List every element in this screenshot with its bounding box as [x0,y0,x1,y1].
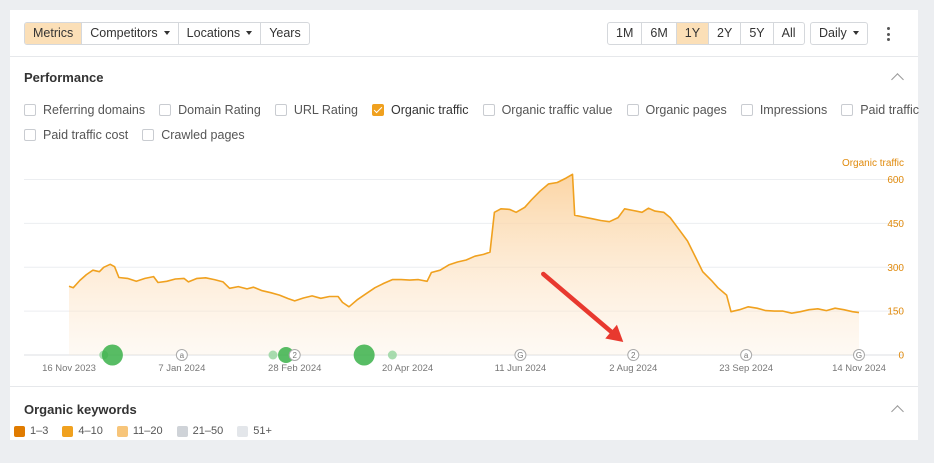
x-tick-label: 16 Nov 2023 [42,363,96,374]
annotation-badge-label: a [180,351,185,360]
annotation-badge-label: a [744,351,749,360]
y-tick-label: 600 [887,175,904,186]
legend-label: 4–10 [78,425,103,437]
annotation-badge-label: 2 [631,351,636,360]
y-tick-label: 0 [898,351,904,362]
x-tick-label: 2 Aug 2024 [609,363,657,374]
y-tick-label: 450 [887,219,904,230]
legend-swatch [237,425,249,437]
metrics-card: Metrics Competitors Locations Years 1M 6… [10,10,919,440]
x-tick-label: 7 Jan 2024 [158,363,205,374]
section-divider [10,386,918,387]
legend-label: 21–50 [192,425,224,437]
legend-item[interactable]: 4–10 [62,425,103,437]
legend-swatch [116,425,128,437]
legend-swatch [62,425,74,437]
organic-keywords-title: Organic keywords [24,402,137,417]
y-tick-label: 150 [887,307,904,318]
legend-swatch [176,425,188,437]
annotation-dot[interactable] [101,344,123,366]
annotation-badge-label: G [517,351,523,360]
annotation-badge-label: 2 [292,351,297,360]
y-tick-label: 300 [887,263,904,274]
legend-item[interactable]: 1–3 [14,425,48,437]
legend-label: 11–20 [132,425,163,437]
organic-traffic-area [69,174,859,355]
x-tick-label: 11 Jun 2024 [495,363,547,374]
organic-traffic-chart: a 2 G 2 a G 600 450 300 150 0 16 Nov 2023 7 Jan 20… [24,158,904,374]
x-tick-label: 28 Feb 2024 [268,363,321,374]
legend-label: 1–3 [30,425,49,437]
x-tick-label: 14 Nov 2024 [832,363,886,374]
x-tick-label: 23 Sep 2024 [719,363,773,374]
annotation-dot[interactable] [353,344,375,366]
organic-keywords-legend: 1–3 4–10 11–20 21–50 51+ [14,425,286,437]
series-label: Organic traffic [842,158,904,169]
legend-label: 51+ [253,425,272,437]
legend-item[interactable]: 21–50 [176,425,224,437]
annotation-dot[interactable] [268,350,278,360]
x-tick-label: 20 Apr 2024 [382,363,433,374]
annotation-badge-label: G [856,351,862,360]
legend-item[interactable]: 51+ [237,425,272,437]
legend-item[interactable]: 11–20 [116,425,163,437]
chevron-up-icon[interactable] [891,405,904,418]
annotation-dot[interactable] [387,350,397,360]
legend-swatch [14,425,25,437]
